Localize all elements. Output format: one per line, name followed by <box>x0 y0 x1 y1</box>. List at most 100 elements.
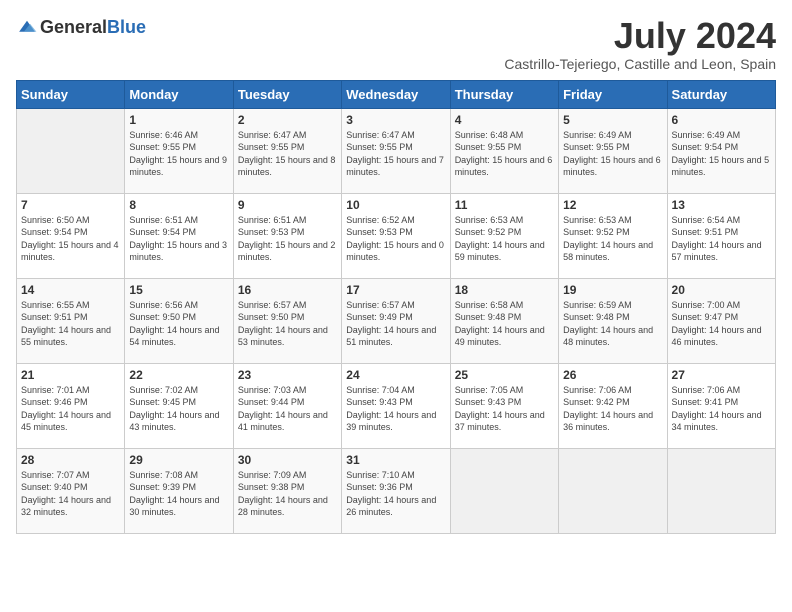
calendar-cell: 22 Sunrise: 7:02 AMSunset: 9:45 PMDayligh… <box>125 363 233 448</box>
header-day-tuesday: Tuesday <box>233 80 341 108</box>
calendar-cell: 14 Sunrise: 6:55 AMSunset: 9:51 PMDayligh… <box>17 278 125 363</box>
day-number: 19 <box>563 283 662 297</box>
day-info: Sunrise: 6:53 AMSunset: 9:52 PMDaylight:… <box>455 215 545 263</box>
day-number: 10 <box>346 198 445 212</box>
header-day-friday: Friday <box>559 80 667 108</box>
day-number: 31 <box>346 453 445 467</box>
day-number: 15 <box>129 283 228 297</box>
subtitle: Castrillo-Tejeriego, Castille and Leon, … <box>504 56 776 72</box>
calendar-cell: 5 Sunrise: 6:49 AMSunset: 9:55 PMDaylight… <box>559 108 667 193</box>
calendar-cell: 16Sunrise: 6:57 AMSunset: 9:50 PMDayligh… <box>233 278 341 363</box>
header-day-thursday: Thursday <box>450 80 558 108</box>
day-info: Sunrise: 6:48 AMSunset: 9:55 PMDaylight:… <box>455 130 553 178</box>
day-info: Sunrise: 6:58 AMSunset: 9:48 PMDaylight:… <box>455 300 545 348</box>
day-number: 8 <box>129 198 228 212</box>
logo: GeneralBlue <box>16 16 146 38</box>
day-number: 6 <box>672 113 771 127</box>
day-number: 4 <box>455 113 554 127</box>
day-number: 9 <box>238 198 337 212</box>
calendar-cell: 4 Sunrise: 6:48 AMSunset: 9:55 PMDaylight… <box>450 108 558 193</box>
calendar-cell: 29Sunrise: 7:08 AMSunset: 9:39 PMDayligh… <box>125 448 233 533</box>
header-day-wednesday: Wednesday <box>342 80 450 108</box>
calendar-cell: 28Sunrise: 7:07 AMSunset: 9:40 PMDayligh… <box>17 448 125 533</box>
day-number: 5 <box>563 113 662 127</box>
week-row-5: 28Sunrise: 7:07 AMSunset: 9:40 PMDayligh… <box>17 448 776 533</box>
calendar-cell: 2 Sunrise: 6:47 AMSunset: 9:55 PMDaylight… <box>233 108 341 193</box>
calendar-cell: 8 Sunrise: 6:51 AMSunset: 9:54 PMDaylight… <box>125 193 233 278</box>
day-info: Sunrise: 6:51 AMSunset: 9:53 PMDaylight:… <box>238 215 336 263</box>
day-info: Sunrise: 7:06 AMSunset: 9:42 PMDaylight:… <box>563 385 653 433</box>
day-number: 18 <box>455 283 554 297</box>
header-row: SundayMondayTuesdayWednesdayThursdayFrid… <box>17 80 776 108</box>
day-info: Sunrise: 6:51 AMSunset: 9:54 PMDaylight:… <box>129 215 227 263</box>
calendar-table: SundayMondayTuesdayWednesdayThursdayFrid… <box>16 80 776 534</box>
day-info: Sunrise: 6:49 AMSunset: 9:55 PMDaylight:… <box>563 130 661 178</box>
header-day-sunday: Sunday <box>17 80 125 108</box>
calendar-body: 1 Sunrise: 6:46 AMSunset: 9:55 PMDaylight… <box>17 108 776 533</box>
day-info: Sunrise: 7:03 AMSunset: 9:44 PMDaylight:… <box>238 385 328 433</box>
day-info: Sunrise: 7:10 AMSunset: 9:36 PMDaylight:… <box>346 470 436 518</box>
calendar-cell: 18 Sunrise: 6:58 AMSunset: 9:48 PMDayligh… <box>450 278 558 363</box>
calendar-header: SundayMondayTuesdayWednesdayThursdayFrid… <box>17 80 776 108</box>
day-number: 27 <box>672 368 771 382</box>
week-row-3: 14 Sunrise: 6:55 AMSunset: 9:51 PMDayligh… <box>17 278 776 363</box>
logo-general: General <box>40 17 107 37</box>
day-number: 25 <box>455 368 554 382</box>
week-row-4: 21Sunrise: 7:01 AMSunset: 9:46 PMDayligh… <box>17 363 776 448</box>
calendar-cell: 21Sunrise: 7:01 AMSunset: 9:46 PMDayligh… <box>17 363 125 448</box>
calendar-cell: 10 Sunrise: 6:52 AMSunset: 9:53 PMDayligh… <box>342 193 450 278</box>
calendar-cell: 24Sunrise: 7:04 AMSunset: 9:43 PMDayligh… <box>342 363 450 448</box>
day-info: Sunrise: 7:08 AMSunset: 9:39 PMDaylight:… <box>129 470 219 518</box>
header-day-saturday: Saturday <box>667 80 775 108</box>
day-number: 1 <box>129 113 228 127</box>
calendar-cell: 31 Sunrise: 7:10 AMSunset: 9:36 PMDayligh… <box>342 448 450 533</box>
day-info: Sunrise: 7:05 AMSunset: 9:43 PMDaylight:… <box>455 385 545 433</box>
day-info: Sunrise: 7:09 AMSunset: 9:38 PMDaylight:… <box>238 470 328 518</box>
day-number: 7 <box>21 198 120 212</box>
day-number: 14 <box>21 283 120 297</box>
day-info: Sunrise: 7:02 AMSunset: 9:45 PMDaylight:… <box>129 385 219 433</box>
day-info: Sunrise: 6:59 AMSunset: 9:48 PMDaylight:… <box>563 300 653 348</box>
month-title: July 2024 <box>504 16 776 56</box>
day-number: 26 <box>563 368 662 382</box>
day-number: 20 <box>672 283 771 297</box>
day-info: Sunrise: 6:46 AMSunset: 9:55 PMDaylight:… <box>129 130 227 178</box>
calendar-cell <box>450 448 558 533</box>
day-number: 23 <box>238 368 337 382</box>
day-info: Sunrise: 6:54 AMSunset: 9:51 PMDaylight:… <box>672 215 762 263</box>
calendar-cell: 7Sunrise: 6:50 AMSunset: 9:54 PMDaylight… <box>17 193 125 278</box>
calendar-cell <box>667 448 775 533</box>
week-row-1: 1 Sunrise: 6:46 AMSunset: 9:55 PMDaylight… <box>17 108 776 193</box>
day-number: 22 <box>129 368 228 382</box>
day-number: 30 <box>238 453 337 467</box>
day-info: Sunrise: 6:56 AMSunset: 9:50 PMDaylight:… <box>129 300 219 348</box>
day-info: Sunrise: 7:01 AMSunset: 9:46 PMDaylight:… <box>21 385 111 433</box>
calendar-cell: 25 Sunrise: 7:05 AMSunset: 9:43 PMDayligh… <box>450 363 558 448</box>
day-number: 2 <box>238 113 337 127</box>
calendar-cell: 12Sunrise: 6:53 AMSunset: 9:52 PMDayligh… <box>559 193 667 278</box>
title-area: July 2024 Castrillo-Tejeriego, Castille … <box>504 16 776 72</box>
day-info: Sunrise: 7:06 AMSunset: 9:41 PMDaylight:… <box>672 385 762 433</box>
day-number: 17 <box>346 283 445 297</box>
day-number: 11 <box>455 198 554 212</box>
header-day-monday: Monday <box>125 80 233 108</box>
day-info: Sunrise: 7:07 AMSunset: 9:40 PMDaylight:… <box>21 470 111 518</box>
day-info: Sunrise: 7:00 AMSunset: 9:47 PMDaylight:… <box>672 300 762 348</box>
calendar-cell: 13Sunrise: 6:54 AMSunset: 9:51 PMDayligh… <box>667 193 775 278</box>
day-info: Sunrise: 6:47 AMSunset: 9:55 PMDaylight:… <box>238 130 336 178</box>
day-info: Sunrise: 6:57 AMSunset: 9:49 PMDaylight:… <box>346 300 436 348</box>
day-number: 3 <box>346 113 445 127</box>
calendar-cell: 9 Sunrise: 6:51 AMSunset: 9:53 PMDaylight… <box>233 193 341 278</box>
week-row-2: 7Sunrise: 6:50 AMSunset: 9:54 PMDaylight… <box>17 193 776 278</box>
logo-icon <box>16 16 38 38</box>
calendar-cell: 26 Sunrise: 7:06 AMSunset: 9:42 PMDayligh… <box>559 363 667 448</box>
page-header: GeneralBlue July 2024 Castrillo-Tejerieg… <box>16 16 776 72</box>
day-info: Sunrise: 6:52 AMSunset: 9:53 PMDaylight:… <box>346 215 444 263</box>
calendar-cell: 6Sunrise: 6:49 AMSunset: 9:54 PMDaylight… <box>667 108 775 193</box>
calendar-cell <box>559 448 667 533</box>
calendar-cell: 3Sunrise: 6:47 AMSunset: 9:55 PMDaylight… <box>342 108 450 193</box>
day-number: 24 <box>346 368 445 382</box>
day-info: Sunrise: 6:53 AMSunset: 9:52 PMDaylight:… <box>563 215 653 263</box>
calendar-cell: 11 Sunrise: 6:53 AMSunset: 9:52 PMDayligh… <box>450 193 558 278</box>
day-info: Sunrise: 6:55 AMSunset: 9:51 PMDaylight:… <box>21 300 111 348</box>
